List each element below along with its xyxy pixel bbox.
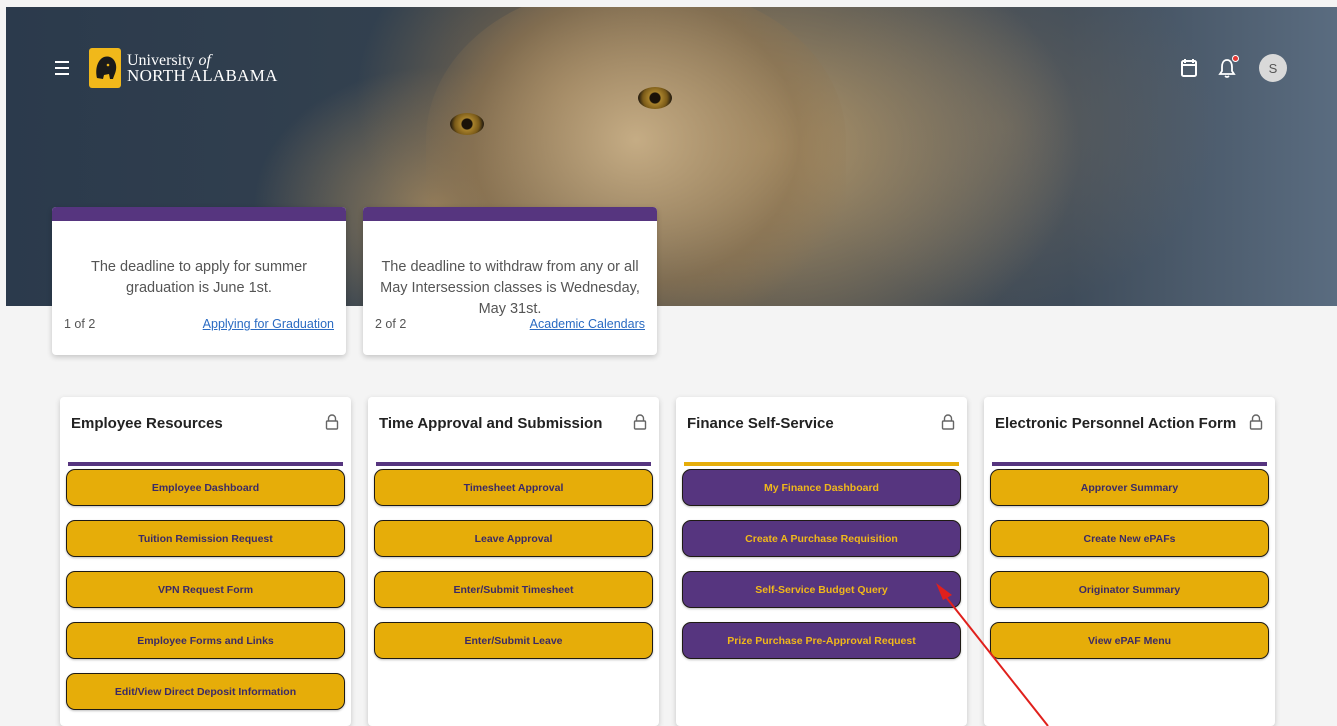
- lock-icon[interactable]: [325, 414, 339, 430]
- card-rule: [992, 462, 1267, 466]
- view-epaf-menu-button[interactable]: View ePAF Menu: [990, 622, 1269, 659]
- card-buttons: My Finance Dashboard Create A Purchase R…: [682, 469, 961, 673]
- create-new-epafs-button[interactable]: Create New ePAFs: [990, 520, 1269, 557]
- lock-icon[interactable]: [1249, 414, 1263, 430]
- card-employee-resources: Employee Resources Employee Dashboard Tu…: [60, 397, 351, 726]
- card-title: Time Approval and Submission: [379, 415, 603, 432]
- notification-badge: [1232, 55, 1239, 62]
- calendar-icon[interactable]: [1179, 57, 1199, 79]
- header-left: University of NORTH ALABAMA: [55, 48, 278, 88]
- announcement-topbar: [363, 207, 657, 221]
- enter-submit-timesheet-button[interactable]: Enter/Submit Timesheet: [374, 571, 653, 608]
- enter-submit-leave-button[interactable]: Enter/Submit Leave: [374, 622, 653, 659]
- logo-text[interactable]: University of NORTH ALABAMA: [127, 53, 278, 85]
- menu-icon[interactable]: [55, 61, 69, 75]
- applying-for-graduation-link[interactable]: Applying for Graduation: [203, 317, 334, 331]
- card-rule: [68, 462, 343, 466]
- card-time-approval: Time Approval and Submission Timesheet A…: [368, 397, 659, 726]
- notifications-button[interactable]: [1217, 55, 1239, 79]
- card-rule: [684, 462, 959, 466]
- announcement-counter: 1 of 2: [64, 317, 96, 331]
- lion-logo-icon[interactable]: [89, 48, 121, 88]
- announcement-card-1: The deadline to apply for summer graduat…: [52, 207, 346, 355]
- originator-summary-button[interactable]: Originator Summary: [990, 571, 1269, 608]
- tuition-remission-request-button[interactable]: Tuition Remission Request: [66, 520, 345, 557]
- employee-dashboard-button[interactable]: Employee Dashboard: [66, 469, 345, 506]
- card-title: Finance Self-Service: [687, 415, 834, 432]
- card-epaf: Electronic Personnel Action Form Approve…: [984, 397, 1275, 726]
- announcement-counter: 2 of 2: [375, 317, 407, 331]
- my-finance-dashboard-button[interactable]: My Finance Dashboard: [682, 469, 961, 506]
- leave-approval-button[interactable]: Leave Approval: [374, 520, 653, 557]
- announcement-message: The deadline to withdraw from any or all…: [380, 259, 640, 317]
- budget-query-button[interactable]: Self-Service Budget Query: [682, 571, 961, 608]
- card-buttons: Employee Dashboard Tuition Remission Req…: [66, 469, 345, 724]
- vpn-request-form-button[interactable]: VPN Request Form: [66, 571, 345, 608]
- card-title: Employee Resources: [71, 415, 223, 432]
- card-finance-self-service: Finance Self-Service My Finance Dashboar…: [676, 397, 967, 726]
- announcement-topbar: [52, 207, 346, 221]
- lion-eye-left: [450, 113, 484, 135]
- create-purchase-requisition-button[interactable]: Create A Purchase Requisition: [682, 520, 961, 557]
- card-buttons: Approver Summary Create New ePAFs Origin…: [990, 469, 1269, 673]
- academic-calendars-link[interactable]: Academic Calendars: [530, 317, 645, 331]
- lock-icon[interactable]: [633, 414, 647, 430]
- lock-icon[interactable]: [941, 414, 955, 430]
- lion-eye-right: [638, 87, 672, 109]
- approver-summary-button[interactable]: Approver Summary: [990, 469, 1269, 506]
- prize-purchase-request-button[interactable]: Prize Purchase Pre-Approval Request: [682, 622, 961, 659]
- card-title: Electronic Personnel Action Form: [995, 415, 1237, 432]
- announcement-message: The deadline to apply for summer graduat…: [91, 259, 307, 296]
- direct-deposit-button[interactable]: Edit/View Direct Deposit Information: [66, 673, 345, 710]
- timesheet-approval-button[interactable]: Timesheet Approval: [374, 469, 653, 506]
- header-right: S: [1161, 54, 1287, 82]
- card-buttons: Timesheet Approval Leave Approval Enter/…: [374, 469, 653, 673]
- avatar[interactable]: S: [1259, 54, 1287, 82]
- employee-forms-links-button[interactable]: Employee Forms and Links: [66, 622, 345, 659]
- logo-north-alabama: NORTH ALABAMA: [127, 66, 278, 85]
- announcement-footer: 1 of 2 Applying for Graduation: [52, 317, 346, 331]
- announcement-card-2: The deadline to withdraw from any or all…: [363, 207, 657, 355]
- card-rule: [376, 462, 651, 466]
